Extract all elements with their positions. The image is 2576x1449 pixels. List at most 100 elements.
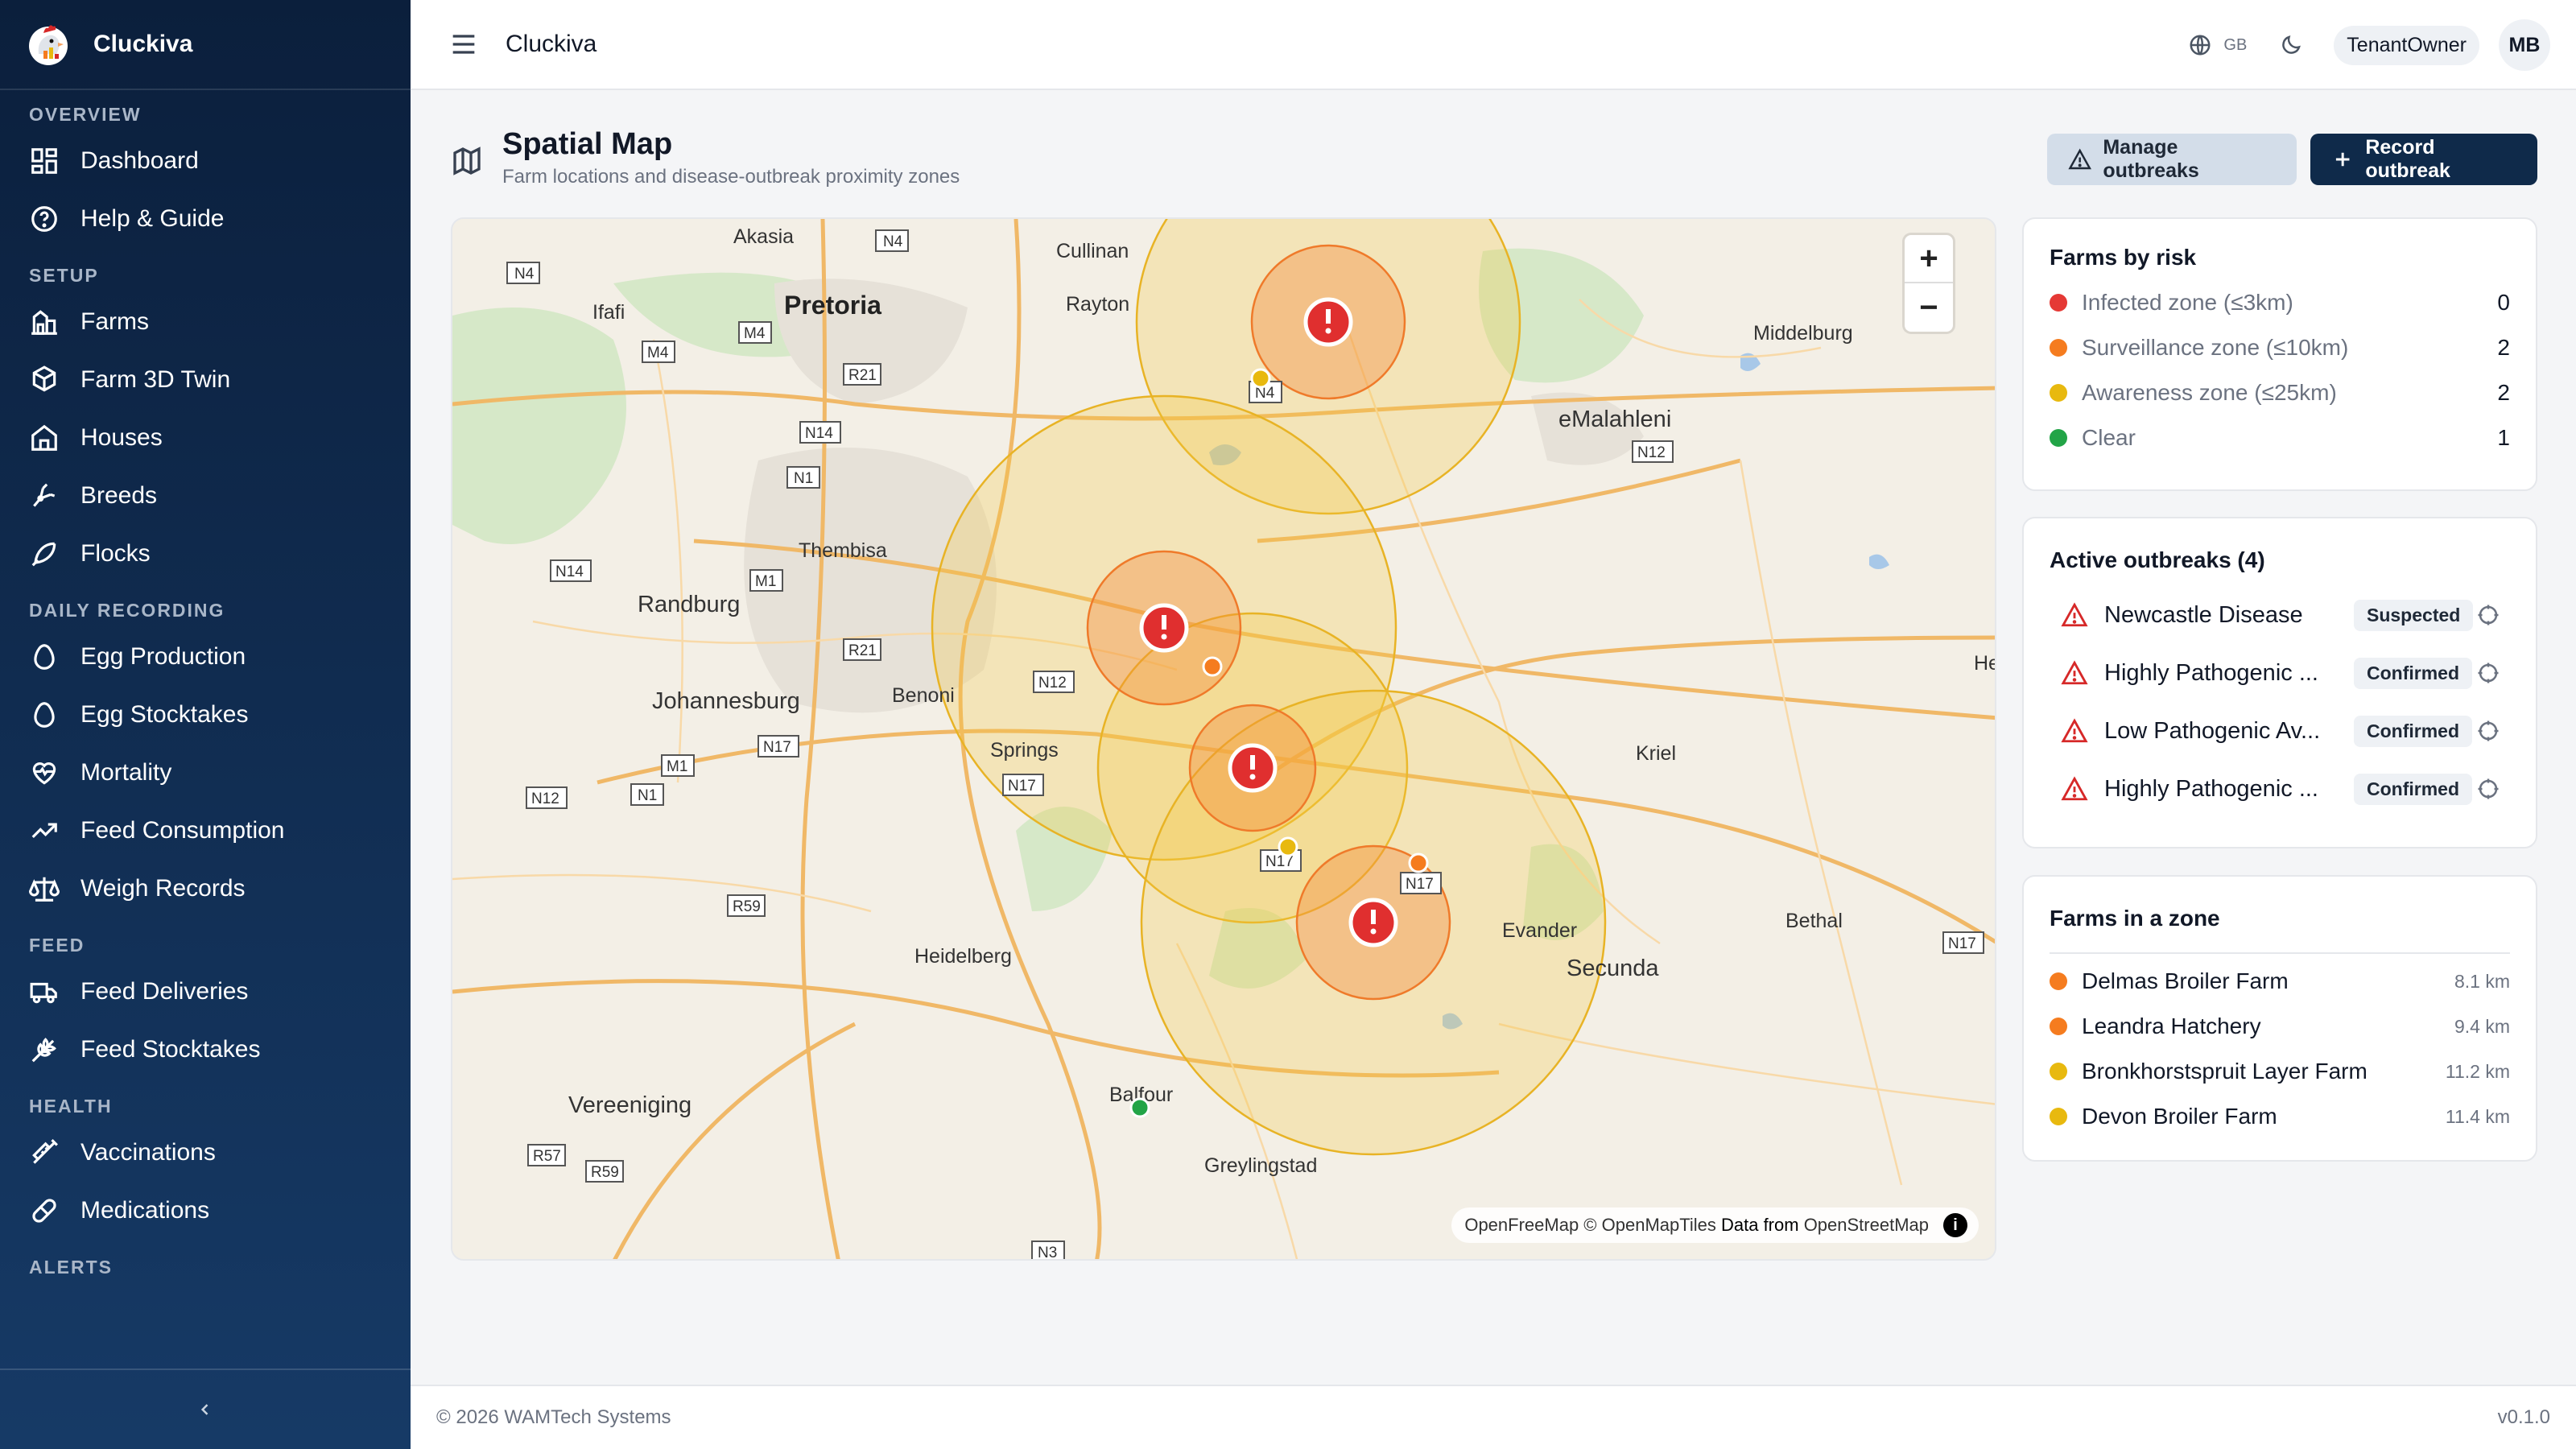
sidebar-item-houses[interactable]: Houses xyxy=(0,409,411,467)
farm-marker[interactable] xyxy=(1278,836,1298,857)
svg-text:N17: N17 xyxy=(1948,935,1976,952)
map-label: Pretoria xyxy=(784,291,881,320)
outbreak-row[interactable]: Highly Pathogenic ... Confirmed xyxy=(2050,760,2510,818)
attribution-text: © xyxy=(1579,1215,1602,1235)
locate-icon[interactable] xyxy=(2476,603,2500,627)
svg-text:R21: R21 xyxy=(848,367,877,384)
section-alerts: ALERTS xyxy=(29,1257,113,1278)
manage-outbreaks-label: Manage outbreaks xyxy=(2103,136,2199,182)
risk-label: Surveillance zone (≤10km) xyxy=(2082,335,2349,360)
manage-outbreaks-button[interactable]: Manage outbreaks xyxy=(2047,134,2297,185)
zoom-in-button[interactable]: + xyxy=(1905,235,1953,283)
sidebar-item-label: Feed Stocktakes xyxy=(80,1036,261,1063)
sidebar-item-help[interactable]: Help & Guide xyxy=(0,190,411,248)
sidebar-item-flocks[interactable]: Flocks xyxy=(0,525,411,583)
sidebar-item-egg-stocktakes[interactable]: Egg Stocktakes xyxy=(0,686,411,744)
syringe-icon xyxy=(32,1139,58,1164)
record-outbreak-button[interactable]: Record outbreak xyxy=(2310,134,2537,185)
zone-farm-row[interactable]: Leandra Hatchery 9.4 km xyxy=(2050,1004,2510,1049)
svg-text:N1: N1 xyxy=(794,470,813,487)
outbreak-row[interactable]: Highly Pathogenic ... Confirmed xyxy=(2050,644,2510,702)
heart-icon xyxy=(32,762,56,785)
road-shield: N17 xyxy=(1942,931,1984,954)
sidebar-item-farm-3d-twin[interactable]: Farm 3D Twin xyxy=(0,351,411,409)
farm-marker[interactable] xyxy=(1408,852,1429,873)
zone-farm-row[interactable]: Devon Broiler Farm 11.4 km xyxy=(2050,1094,2510,1139)
surveillance-dot-icon xyxy=(2050,972,2067,990)
sidebar-item-egg-production[interactable]: Egg Production xyxy=(0,628,411,686)
outbreak-marker[interactable] xyxy=(1228,743,1278,793)
outbreak-name: Highly Pathogenic ... xyxy=(2104,775,2318,802)
brand-name: Cluckiva xyxy=(93,31,193,57)
outbreak-marker[interactable] xyxy=(1348,898,1398,947)
menu-icon[interactable] xyxy=(448,28,480,60)
info-icon[interactable]: i xyxy=(1943,1213,1967,1237)
attribution-link[interactable]: OpenFreeMap xyxy=(1464,1215,1579,1236)
map-label: Greylingstad xyxy=(1204,1154,1317,1177)
outbreak-row[interactable]: Newcastle Disease Suspected xyxy=(2050,586,2510,644)
outbreak-marker[interactable] xyxy=(1139,603,1189,653)
locate-icon[interactable] xyxy=(2476,777,2500,801)
farm-marker[interactable] xyxy=(1129,1097,1150,1118)
map-label: eMalahleni xyxy=(1558,407,1671,432)
language-selector[interactable]: GB xyxy=(2188,33,2247,57)
spatial-map[interactable]: Akasia Pretoria Ifafi Cullinan Rayton Mi… xyxy=(451,217,1996,1261)
map-attribution: OpenFreeMap © OpenMapTiles Data from Ope… xyxy=(1451,1208,1979,1243)
map-label: Springs xyxy=(990,739,1059,762)
role-badge[interactable]: TenantOwner xyxy=(2334,25,2479,65)
svg-text:N12: N12 xyxy=(1637,444,1666,461)
active-outbreaks-panel: Active outbreaks (4) Newcastle Disease S… xyxy=(2022,517,2537,848)
map-canvas[interactable]: Akasia Pretoria Ifafi Cullinan Rayton Mi… xyxy=(452,219,1996,1261)
panel-title: Farms by risk xyxy=(2050,245,2197,270)
zone-farm-row[interactable]: Bronkhorstspruit Layer Farm 11.2 km xyxy=(2050,1049,2510,1094)
svg-text:N14: N14 xyxy=(555,564,584,580)
wheat-icon xyxy=(31,1038,56,1063)
risk-row-clear: Clear 1 xyxy=(2050,415,2510,460)
outbreak-row[interactable]: Low Pathogenic Av... Confirmed xyxy=(2050,702,2510,760)
risk-label: Infected zone (≤3km) xyxy=(2082,290,2293,315)
sidebar-item-breeds[interactable]: Breeds xyxy=(0,467,411,525)
status-badge: Confirmed xyxy=(2354,773,2472,805)
brand[interactable]: Cluckiva xyxy=(0,0,411,90)
locate-icon[interactable] xyxy=(2476,719,2500,743)
farm-marker[interactable] xyxy=(1250,368,1271,389)
avatar[interactable]: MB xyxy=(2499,19,2550,71)
sidebar-item-farms[interactable]: Farms xyxy=(0,293,411,351)
sidebar-item-label: Mortality xyxy=(80,759,172,786)
outbreak-marker[interactable] xyxy=(1303,297,1353,347)
svg-text:M4: M4 xyxy=(647,345,669,361)
clear-dot-icon xyxy=(2050,429,2067,447)
svg-text:N3: N3 xyxy=(1038,1245,1057,1261)
sidebar-item-label: Houses xyxy=(80,424,163,451)
zone-farm-row[interactable]: Delmas Broiler Farm 8.1 km xyxy=(2050,959,2510,1004)
road-shield: N17 xyxy=(758,735,799,758)
zoom-out-button[interactable]: − xyxy=(1905,283,1953,332)
sidebar-item-feed-consumption[interactable]: Feed Consumption xyxy=(0,802,411,860)
locate-icon[interactable] xyxy=(2476,661,2500,685)
topbar: Cluckiva GB TenantOwner MB xyxy=(411,0,2576,90)
attribution-link[interactable]: OpenMapTiles xyxy=(1602,1215,1716,1236)
trend-icon xyxy=(31,823,57,839)
sidebar-item-mortality[interactable]: Mortality xyxy=(0,744,411,802)
svg-text:R57: R57 xyxy=(533,1148,561,1165)
sidebar-item-feed-deliveries[interactable]: Feed Deliveries xyxy=(0,963,411,1021)
sidebar-item-medications[interactable]: Medications xyxy=(0,1182,411,1240)
map-label: Her xyxy=(1974,652,1996,675)
svg-text:N17: N17 xyxy=(1008,778,1036,795)
svg-text:N17: N17 xyxy=(1406,876,1434,893)
svg-text:N1: N1 xyxy=(638,787,657,804)
attribution-link[interactable]: OpenStreetMap xyxy=(1804,1215,1929,1236)
page-subtitle: Farm locations and disease-outbreak prox… xyxy=(502,166,960,188)
sidebar-item-dashboard[interactable]: Dashboard xyxy=(0,132,411,190)
sidebar-item-feed-stocktakes[interactable]: Feed Stocktakes xyxy=(0,1021,411,1079)
warning-icon xyxy=(2061,776,2088,801)
farm-marker[interactable] xyxy=(1202,656,1223,677)
sidebar-item-weigh-records[interactable]: Weigh Records xyxy=(0,860,411,918)
collapse-sidebar-button[interactable] xyxy=(0,1368,411,1449)
moon-icon[interactable] xyxy=(2279,33,2303,57)
sidebar-item-label: Farms xyxy=(80,308,149,335)
footer: © 2026 WAMTech Systems v0.1.0 xyxy=(411,1385,2576,1449)
sidebar-item-label: Flocks xyxy=(80,540,151,567)
risk-label: Awareness zone (≤25km) xyxy=(2082,380,2337,405)
sidebar-item-vaccinations[interactable]: Vaccinations xyxy=(0,1124,411,1182)
